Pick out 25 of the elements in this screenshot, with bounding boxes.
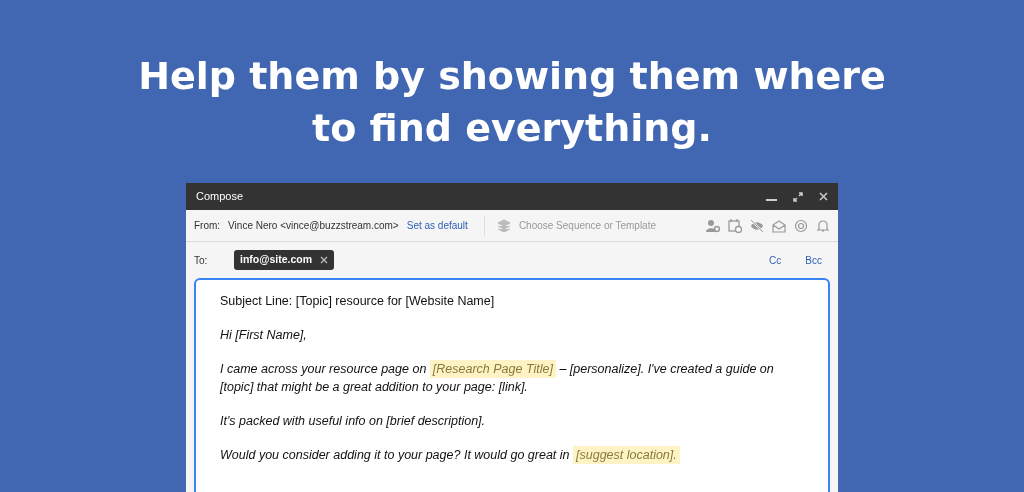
bell-icon[interactable] — [816, 218, 830, 233]
recipient-field-link[interactable]: Bcc — [805, 252, 822, 268]
message-body[interactable] — [194, 278, 830, 492]
eye-slash-icon[interactable] — [750, 218, 764, 233]
body-paragraph: Subject Line: [Topic] resource for [Website Name] — [220, 293, 496, 310]
calendar-clock-icon[interactable] — [728, 218, 742, 233]
window-title: Compose — [196, 189, 244, 205]
body-paragraph: Would you consider adding it to your page? It would go great in [suggest location]. — [220, 446, 804, 464]
set-default-link[interactable]: Set as default — [406, 218, 468, 233]
expand-icon[interactable] — [793, 191, 803, 202]
to-label: To: — [194, 253, 209, 268]
headline: Help them by showing them where to find everything. — [137, 53, 887, 152]
close-icon[interactable] — [819, 192, 828, 201]
sender-address: Vince Nero <vince@buzzstream.com> — [228, 219, 399, 233]
body-paragraph: Hi [First Name], — [220, 327, 308, 344]
recipient-field-link[interactable]: Cc — [769, 252, 782, 268]
person-gear-icon[interactable] — [706, 218, 720, 233]
body-paragraph: It's packed with useful info on [brief description]. — [220, 413, 487, 430]
body-paragraph: I came across your resource page on [Research Page Title] – [personalize]. I've created a guide on [topic] that might be a great addition to your page: [link]. — [220, 360, 775, 396]
envelope-open-icon[interactable] — [772, 218, 786, 233]
recipient-chip[interactable]: info@site.com — [234, 250, 335, 270]
template-field[interactable]: Choose Sequence or Template — [518, 218, 669, 233]
remove-icon[interactable] — [320, 256, 329, 264]
from-label: From: — [194, 219, 221, 233]
layers-icon — [496, 218, 511, 233]
